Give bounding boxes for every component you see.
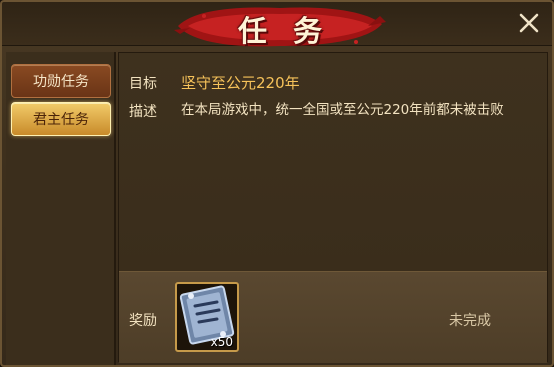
description-text: 在本局游戏中，统一全国或至公元220年前都未被击败	[181, 102, 504, 118]
reward-item-count: x50	[210, 335, 233, 349]
reward-area: 奖励 x50 未完成	[119, 271, 547, 363]
quest-detail-panel: 目标 坚守至公元220年 描述 在本局游戏中，统一全国或至公元220年前都未被击…	[118, 52, 548, 363]
close-icon	[519, 13, 539, 33]
description-label: 描述	[129, 104, 157, 120]
tab-lord-quests[interactable]: 君主任务	[11, 102, 111, 136]
quest-status: 未完成	[449, 313, 491, 329]
window-title: 任务	[237, 14, 348, 48]
goal-text: 坚守至公元220年	[181, 74, 300, 92]
quest-category-sidebar: 功勋任务 君主任务	[6, 52, 116, 365]
quest-window: 任务 功勋任务 君主任务 目标 坚守至公元220年 描述 在本局游戏中，统一全国…	[0, 0, 554, 367]
reward-item-slot[interactable]: x50	[175, 282, 239, 352]
goal-label: 目标	[129, 76, 157, 92]
title-banner: 任务	[174, 4, 386, 50]
tab-merit-quests[interactable]: 功勋任务	[11, 64, 111, 98]
close-button[interactable]	[512, 8, 546, 38]
quest-info-area: 目标 坚守至公元220年 描述 在本局游戏中，统一全国或至公元220年前都未被击…	[119, 53, 547, 271]
reward-label: 奖励	[129, 313, 157, 329]
